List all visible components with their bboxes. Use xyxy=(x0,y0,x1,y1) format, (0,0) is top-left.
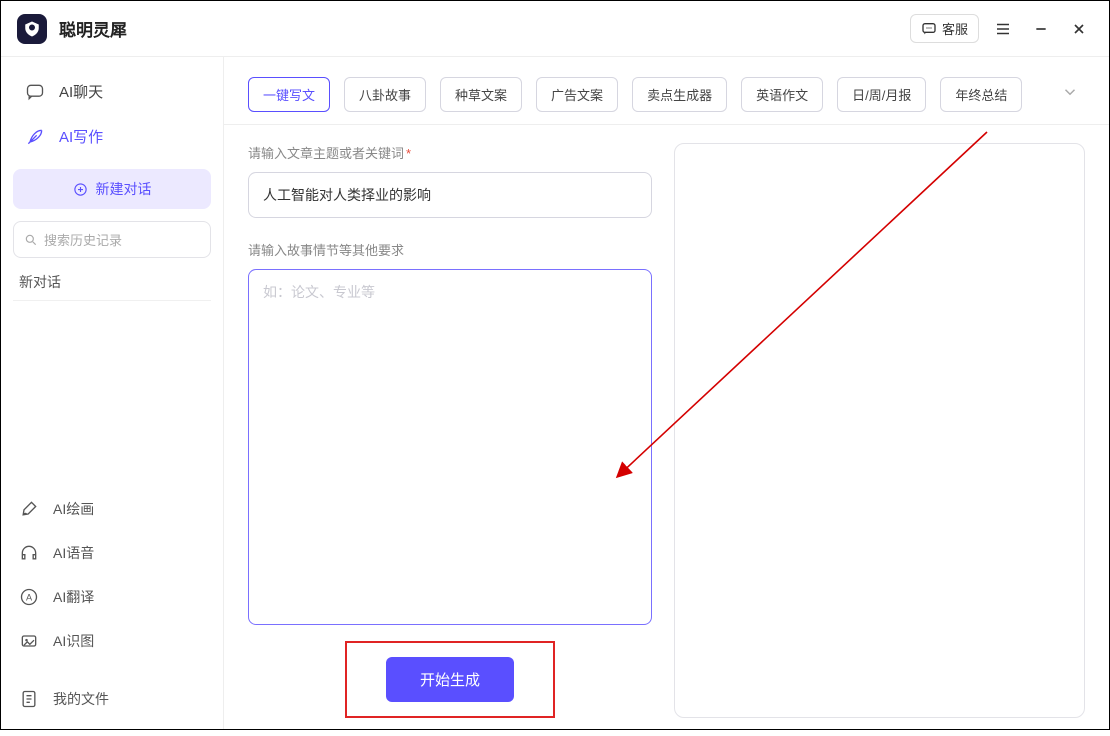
svg-text:A: A xyxy=(26,592,33,602)
generate-button[interactable]: 开始生成 xyxy=(386,657,514,702)
sidebar-tool-voice[interactable]: AI语音 xyxy=(13,531,211,575)
support-bubble-icon xyxy=(921,21,937,37)
topic-label: 请输入文章主题或者关键词* xyxy=(248,143,652,162)
sidebar-tool-label: AI识图 xyxy=(53,631,94,651)
minimize-button[interactable] xyxy=(1027,15,1055,43)
app-logo-icon xyxy=(17,14,47,44)
sidebar-item-label: AI聊天 xyxy=(59,81,103,102)
feather-icon xyxy=(25,127,45,147)
my-files-label: 我的文件 xyxy=(53,689,109,709)
sidebar-tool-image[interactable]: AI识图 xyxy=(13,619,211,663)
generate-highlight-box: 开始生成 xyxy=(345,641,555,718)
sidebar-tool-draw[interactable]: AI绘画 xyxy=(13,487,211,531)
titlebar: 聪明灵犀 客服 xyxy=(1,1,1109,57)
template-chip-promo[interactable]: 种草文案 xyxy=(440,77,522,112)
detail-textarea[interactable] xyxy=(248,269,652,625)
support-label: 客服 xyxy=(942,19,968,38)
template-chip-english[interactable]: 英语作文 xyxy=(741,77,823,112)
sidebar-tool-label: AI绘画 xyxy=(53,499,94,519)
titlebar-right: 客服 xyxy=(910,14,1093,43)
history-item[interactable]: 新对话 xyxy=(13,258,211,301)
sidebar-tool-label: AI翻译 xyxy=(53,587,94,607)
form-column: 请输入文章主题或者关键词* 人工智能对人类择业的影响 请输入故事情节等其他要求 … xyxy=(248,143,652,718)
search-input[interactable]: 搜索历史记录 xyxy=(13,221,211,258)
sidebar-tool-translate[interactable]: A AI翻译 xyxy=(13,575,211,619)
sidebar: AI聊天 AI写作 新建对话 搜索历史记录 新对话 AI绘画 AI语音 A xyxy=(1,57,224,729)
support-button[interactable]: 客服 xyxy=(910,14,979,43)
chat-bubble-icon xyxy=(25,82,45,102)
chevron-down-icon xyxy=(1061,83,1079,101)
app-title: 聪明灵犀 xyxy=(59,16,127,41)
sidebar-item-write[interactable]: AI写作 xyxy=(13,114,211,159)
template-chip-gossip[interactable]: 八卦故事 xyxy=(344,77,426,112)
file-icon xyxy=(19,689,39,709)
close-icon xyxy=(1071,21,1087,37)
main-content: 一键写文 八卦故事 种草文案 广告文案 卖点生成器 英语作文 日/周/月报 年终… xyxy=(224,57,1109,729)
search-placeholder: 搜索历史记录 xyxy=(44,230,122,249)
detail-label: 请输入故事情节等其他要求 xyxy=(248,240,652,259)
sidebar-tool-label: AI语音 xyxy=(53,543,94,563)
close-button[interactable] xyxy=(1065,15,1093,43)
template-chip-report[interactable]: 日/周/月报 xyxy=(837,77,926,112)
search-icon xyxy=(24,233,38,247)
output-panel xyxy=(674,143,1085,718)
template-chip-yearend[interactable]: 年终总结 xyxy=(940,77,1022,112)
new-chat-button[interactable]: 新建对话 xyxy=(13,169,211,209)
menu-icon xyxy=(994,20,1012,38)
sidebar-item-label: AI写作 xyxy=(59,126,103,147)
template-chip-selling-point[interactable]: 卖点生成器 xyxy=(632,77,727,112)
translate-icon: A xyxy=(19,587,39,607)
new-chat-label: 新建对话 xyxy=(96,179,152,199)
sidebar-my-files[interactable]: 我的文件 xyxy=(13,677,211,721)
plus-circle-icon xyxy=(73,182,88,197)
template-row: 一键写文 八卦故事 种草文案 广告文案 卖点生成器 英语作文 日/周/月报 年终… xyxy=(224,57,1109,125)
titlebar-left: 聪明灵犀 xyxy=(17,14,127,44)
topic-value: 人工智能对人类择业的影响 xyxy=(263,187,431,203)
minimize-icon xyxy=(1033,21,1049,37)
expand-templates-button[interactable] xyxy=(1055,77,1085,112)
image-scan-icon xyxy=(19,631,39,651)
template-chip-quick-write[interactable]: 一键写文 xyxy=(248,77,330,112)
template-chip-ad[interactable]: 广告文案 xyxy=(536,77,618,112)
history-item-label: 新对话 xyxy=(19,274,61,290)
brush-icon xyxy=(19,499,39,519)
headphone-icon xyxy=(19,543,39,563)
sidebar-item-chat[interactable]: AI聊天 xyxy=(13,69,211,114)
menu-button[interactable] xyxy=(989,15,1017,43)
topic-input[interactable]: 人工智能对人类择业的影响 xyxy=(248,172,652,218)
